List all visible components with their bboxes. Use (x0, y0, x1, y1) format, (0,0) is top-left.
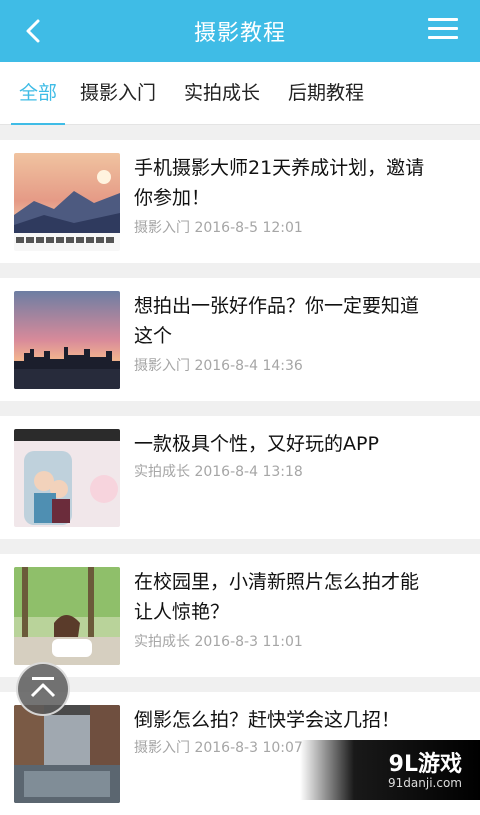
tab-post-processing[interactable]: 后期教程 (288, 62, 364, 124)
article-thumbnail (14, 429, 120, 527)
site-watermark: 9L游戏 91danji.com (300, 740, 480, 800)
article-title: 手机摄影大师21天养成计划，邀请 你参加！ (134, 157, 425, 209)
back-arrow-icon[interactable] (18, 15, 50, 47)
watermark-brand: 9L游戏 (388, 752, 462, 777)
tab-shooting-practice[interactable]: 实拍成长 (184, 62, 260, 124)
article-meta: 摄影入门 2016-8-5 12:01 (134, 220, 303, 236)
article-meta: 摄影入门 2016-8-3 10:07 (134, 740, 303, 756)
arrow-up-icon (30, 677, 56, 698)
list-item[interactable]: 在校园里，小清新照片怎么拍才能 让人惊艳？ 实拍成长 2016-8-3 11:01 (0, 554, 480, 677)
article-title: 在校园里，小清新照片怎么拍才能 让人惊艳？ (134, 571, 420, 623)
page-title: 摄影教程 (193, 21, 286, 46)
article-title: 一款极具个性，又好玩的APP (134, 433, 379, 455)
list-item[interactable]: 手机摄影大师21天养成计划，邀请 你参加！ 摄影入门 2016-8-5 12:01 (0, 140, 480, 263)
article-meta: 实拍成长 2016-8-3 11:01 (134, 634, 303, 650)
article-thumbnail (14, 705, 120, 803)
article-thumbnail (14, 153, 120, 251)
back-to-top-button[interactable] (16, 662, 70, 716)
article-meta: 摄影入门 2016-8-4 14:36 (134, 358, 303, 374)
article-title: 想拍出一张好作品？你一定要知道 这个 (134, 295, 420, 347)
list-item[interactable]: 想拍出一张好作品？你一定要知道 这个 摄影入门 2016-8-4 14:36 (0, 278, 480, 401)
menu-icon[interactable] (428, 18, 458, 42)
article-meta: 实拍成长 2016-8-4 13:18 (134, 464, 303, 480)
category-tabs: 全部 摄影入门 实拍成长 后期教程 (0, 62, 480, 125)
top-bar: 摄影教程 (0, 0, 480, 62)
article-title: 倒影怎么拍？赶快学会这几招！ (134, 709, 401, 731)
article-thumbnail (14, 567, 120, 665)
tab-all[interactable]: 全部 (10, 62, 66, 125)
watermark-site: 91danji.com (388, 776, 462, 790)
article-thumbnail (14, 291, 120, 389)
list-item[interactable]: 一款极具个性，又好玩的APP 实拍成长 2016-8-4 13:18 (0, 416, 480, 539)
tab-photography-basics[interactable]: 摄影入门 (80, 62, 156, 124)
